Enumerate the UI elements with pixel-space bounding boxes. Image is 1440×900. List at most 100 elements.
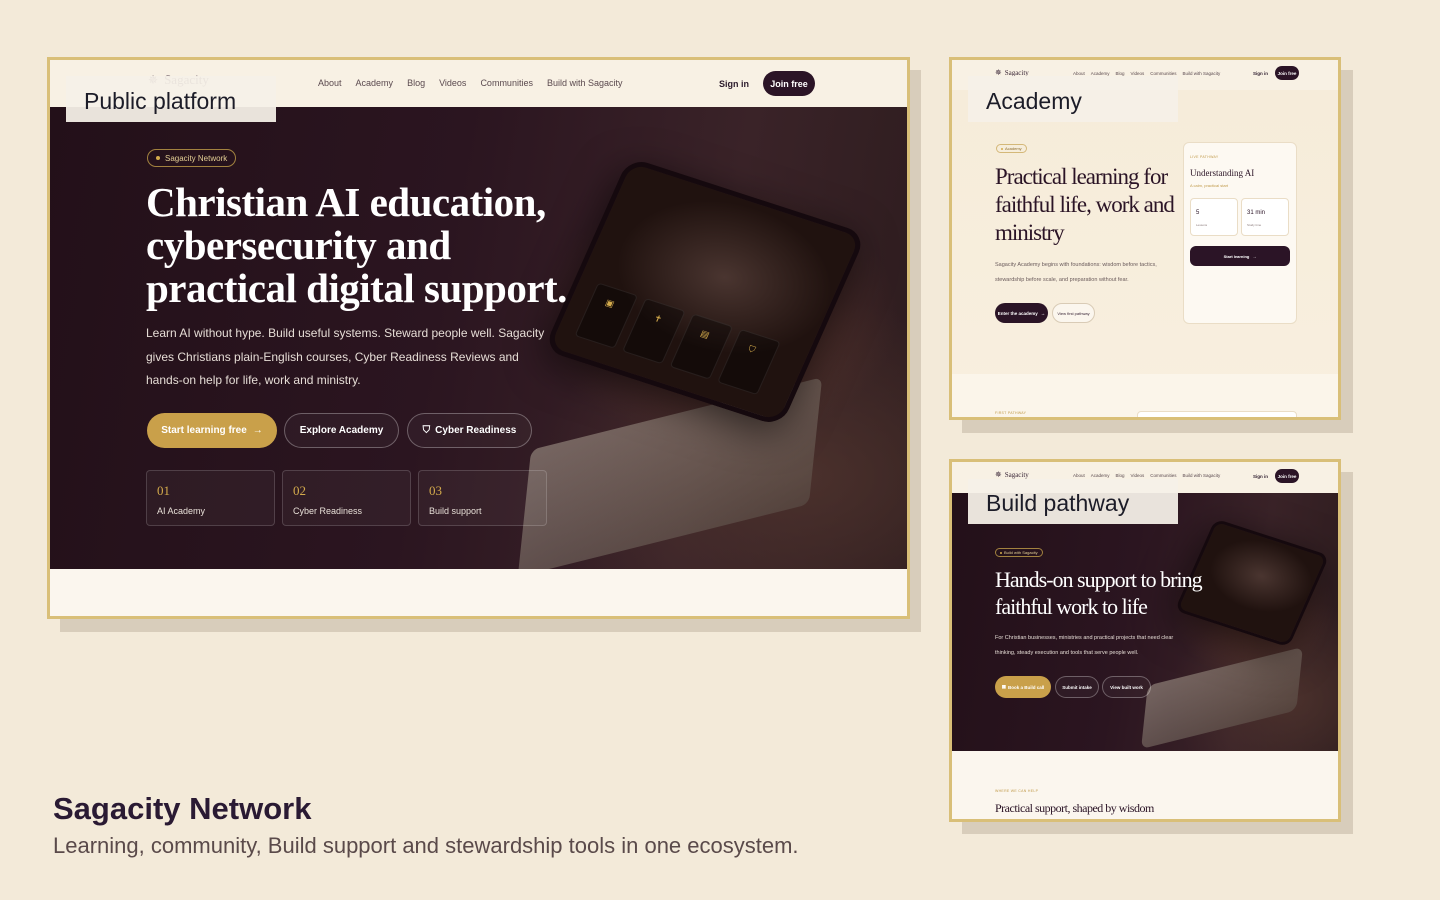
first-pathway-eyebrow: FIRST PATHWAY <box>995 411 1027 415</box>
nav-link-academy[interactable]: Academy <box>1091 473 1110 478</box>
body-line-1: Learn AI without hype. Build useful syst… <box>146 326 545 340</box>
build-badge: Build with Sagacity <box>995 548 1043 557</box>
nav-links: About Academy Blog Videos Communities Bu… <box>318 78 623 88</box>
dot-icon <box>1001 147 1003 150</box>
start-learning-label: Start learning free <box>161 425 247 436</box>
academy-headline: Practical learning for faithful life, wo… <box>995 163 1175 247</box>
frame-label-academy: Academy <box>968 76 1178 122</box>
body-line-1: For Christian businesses, ministries and… <box>995 635 1174 641</box>
calendar-icon: ▦ <box>1001 684 1006 689</box>
view-built-work-button[interactable]: View built work <box>1102 676 1151 698</box>
cyber-readiness-label: Cyber Readiness <box>435 425 517 436</box>
arrow-right-icon: → <box>1040 310 1046 316</box>
lessons-value: 5 <box>1196 210 1200 216</box>
logo[interactable]: ✵ Sagacity <box>995 470 1029 479</box>
academy-lower-strip: FIRST PATHWAY <box>952 374 1338 417</box>
caption-subtitle: Learning, community, Build support and s… <box>53 833 799 858</box>
dot-icon <box>1000 551 1002 554</box>
explore-academy-button[interactable]: Explore Academy <box>284 413 399 448</box>
sign-in-link[interactable]: Sign in <box>1253 71 1268 76</box>
study-time-value: 31 min <box>1247 210 1266 216</box>
nav-link-about[interactable]: About <box>318 78 342 88</box>
build-hero: Build with Sagacity Hands-on support to … <box>952 493 1338 751</box>
stat-label: Build support <box>429 506 482 516</box>
stat-label: Cyber Readiness <box>293 506 363 516</box>
logo-text: Sagacity <box>1004 470 1029 479</box>
pathway-card[interactable]: LIVE PATHWAY Understanding AI A calm, pr… <box>1183 142 1297 324</box>
nav-links: About Academy Blog Videos Communities Bu… <box>1073 473 1220 478</box>
nav-link-blog[interactable]: Blog <box>1116 473 1125 478</box>
build-body: For Christian businesses, ministries and… <box>995 631 1173 661</box>
stat-number: 02 <box>293 483 306 498</box>
headline-line-2: faithful work to life <box>995 594 1148 619</box>
view-pathway-button[interactable]: View first pathway <box>1052 303 1095 323</box>
body-line-2: thinking, steady execution and tools tha… <box>995 650 1139 656</box>
stat-card-cyber[interactable]: 02 Cyber Readiness <box>282 470 411 526</box>
nav-link-academy[interactable]: Academy <box>356 78 394 88</box>
tree-icon: ✵ <box>995 470 1002 479</box>
hero-badge: Sagacity Network <box>147 149 237 167</box>
shield-check-icon: ⛉ <box>422 425 431 436</box>
hero-headline: Christian AI education, cybersecurity an… <box>146 181 567 310</box>
shield-glyph-icon: ⛉ <box>746 343 758 355</box>
nav-link-communities[interactable]: Communities <box>1150 473 1176 478</box>
headline-line-3: practical digital support. <box>146 265 567 311</box>
card-title: Understanding AI <box>1190 168 1255 178</box>
book-glyph-icon: ▣ <box>603 297 617 310</box>
nav-link-communities[interactable]: Communities <box>480 78 533 88</box>
arrow-right-icon: → <box>252 425 263 436</box>
body-line-2: gives Christians plain-English courses, … <box>146 349 519 364</box>
sign-in-link[interactable]: Sign in <box>719 79 749 89</box>
stat-card-academy[interactable]: 01 AI Academy <box>146 470 275 526</box>
below-hero-strip <box>50 569 907 616</box>
badge-label: Build with Sagacity <box>1004 550 1038 555</box>
card-eyebrow: LIVE PATHWAY <box>1190 155 1219 159</box>
submit-intake-button[interactable]: Submit intake <box>1055 676 1099 698</box>
nav-link-about[interactable]: About <box>1073 473 1085 478</box>
cyber-readiness-button[interactable]: ⛉ Cyber Readiness <box>407 413 532 448</box>
arrow-right-icon: → <box>1252 253 1257 259</box>
sign-in-link[interactable]: Sign in <box>1253 474 1268 479</box>
nav-link-videos[interactable]: Videos <box>1131 473 1145 478</box>
academy-badge: Academy <box>996 144 1027 153</box>
study-time-label: Study time <box>1247 223 1262 227</box>
headline-line-1: Hands-on support to bring <box>995 567 1203 592</box>
enter-academy-button[interactable]: Enter the academy → <box>995 303 1048 323</box>
lessons-stat: 5 Lessons <box>1190 198 1238 236</box>
body-line-1: Sagacity Academy begins with foundations… <box>995 262 1157 268</box>
headline-line-2: cybersecurity and <box>146 222 451 268</box>
lessons-label: Lessons <box>1196 223 1208 227</box>
stat-card-build[interactable]: 03 Build support <box>418 470 547 526</box>
start-learning-button[interactable]: Start learning free → <box>147 413 277 448</box>
nav-link-blog[interactable]: Blog <box>407 78 425 88</box>
nav-link-build[interactable]: Build with Sagacity <box>1183 71 1221 76</box>
frame-label-public: Public platform <box>66 76 276 122</box>
headline-line-1: Practical learning for <box>995 164 1168 189</box>
cross-glyph-icon: ✝ <box>652 313 664 325</box>
chart-glyph-icon: ▤ <box>698 328 712 340</box>
body-line-2: stewardship before scale, and preparatio… <box>995 277 1129 283</box>
start-learning-button[interactable]: Start learning → <box>1190 246 1290 266</box>
caption-title: Sagacity Network <box>53 791 312 826</box>
study-time-stat: 31 min Study time <box>1241 198 1289 236</box>
enter-academy-label: Enter the academy <box>997 310 1038 316</box>
academy-body: Sagacity Academy begins with foundations… <box>995 258 1157 288</box>
stat-number: 01 <box>157 483 170 498</box>
hero-section: ▣ ✝ ▤ ⛉ Sagacity Network Christian AI ed… <box>50 107 907 569</box>
join-free-button[interactable]: Join free <box>1275 469 1299 483</box>
join-free-button[interactable]: Join free <box>763 71 815 96</box>
nav-link-build[interactable]: Build with Sagacity <box>547 78 623 88</box>
section-eyebrow: WHERE WE CAN HELP <box>995 789 1039 793</box>
card-subtitle: A calm, practical start <box>1190 183 1229 188</box>
join-free-button[interactable]: Join free <box>1275 66 1299 80</box>
nav-link-build[interactable]: Build with Sagacity <box>1183 473 1221 478</box>
dot-icon <box>156 156 160 160</box>
book-build-call-button[interactable]: ▦ Book a Build call <box>995 676 1051 698</box>
build-headline: Hands-on support to bring faithful work … <box>995 566 1203 620</box>
badge-label: Sagacity Network <box>165 153 228 163</box>
headline-line-3: ministry <box>995 220 1065 245</box>
nav-link-videos[interactable]: Videos <box>439 78 466 88</box>
badge-label: Academy <box>1005 146 1022 151</box>
pathway-preview-card <box>1137 411 1297 417</box>
hero-body: Learn AI without hype. Build useful syst… <box>146 322 544 393</box>
